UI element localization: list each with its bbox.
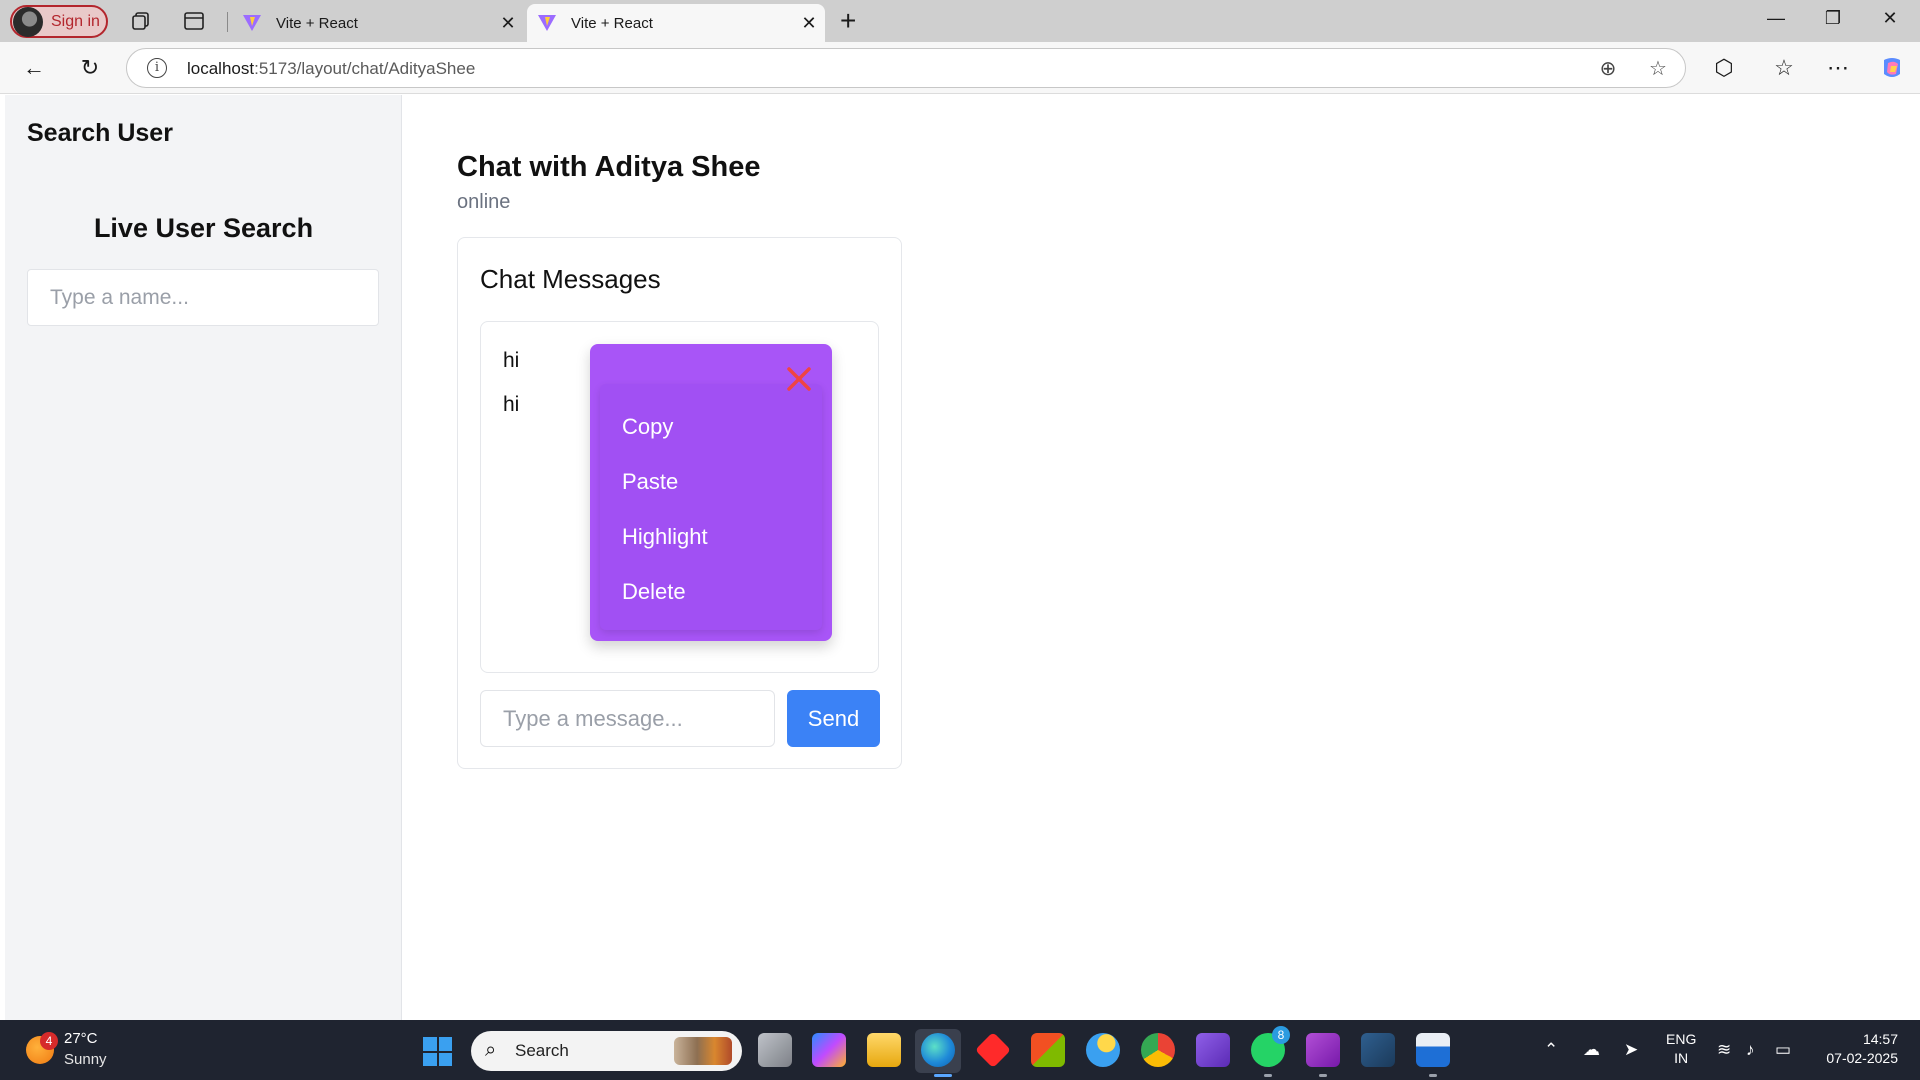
onenote-icon[interactable]: [1306, 1033, 1340, 1067]
new-tab-icon[interactable]: +: [840, 4, 856, 38]
chat-panel-title: Chat Messages: [480, 264, 661, 294]
menu-item-highlight[interactable]: Highlight: [622, 524, 708, 550]
vite-icon: [538, 15, 556, 31]
task-view-icon[interactable]: [758, 1033, 792, 1067]
vite-icon: [243, 15, 261, 31]
weather-condition: Sunny: [64, 1051, 107, 1068]
menu-item-delete[interactable]: Delete: [622, 579, 686, 605]
chat-app: Search User Live User Search Chat with A…: [0, 95, 1920, 1020]
tab-title: Vite + React: [276, 14, 358, 32]
minimize-icon[interactable]: —: [1756, 8, 1796, 29]
back-icon[interactable]: ←: [20, 54, 48, 82]
message-context-menu: Copy Paste Highlight Delete: [590, 344, 832, 641]
onenote-running-indicator: [1319, 1074, 1327, 1077]
volume-icon[interactable]: ♪: [1746, 1040, 1755, 1060]
live-search-heading: Live User Search: [93, 213, 314, 243]
url-text[interactable]: localhost:5173/layout/chat/AdityaShee: [187, 59, 475, 79]
site-info-icon[interactable]: i: [147, 58, 167, 78]
chrome-icon[interactable]: [1141, 1033, 1175, 1067]
profile-signin-button[interactable]: Sign in: [10, 5, 108, 38]
tab-title: Vite + React: [571, 14, 653, 32]
whatsapp-badge: 8: [1272, 1026, 1290, 1044]
message-input[interactable]: [480, 690, 775, 747]
weather-badge: 4: [40, 1032, 58, 1050]
git-app-icon[interactable]: [974, 1031, 1012, 1069]
zoom-icon[interactable]: ⊕: [1597, 58, 1619, 80]
file-explorer-icon[interactable]: [867, 1033, 901, 1067]
user-search-input[interactable]: [27, 269, 379, 326]
message-item[interactable]: hi: [503, 393, 519, 417]
language-indicator[interactable]: ENG IN: [1666, 1030, 1696, 1068]
menu-item-paste[interactable]: Paste: [622, 469, 678, 495]
more-menu-icon[interactable]: ⋯: [1824, 54, 1852, 82]
system-clock[interactable]: 14:57 07-02-2025: [1818, 1030, 1898, 1068]
taskbar-search-label: Search: [515, 1041, 569, 1060]
wifi-icon[interactable]: ≋: [1717, 1040, 1731, 1060]
copilot-app-icon[interactable]: [812, 1033, 846, 1067]
tab-separator: [227, 12, 228, 32]
window-close-icon[interactable]: ✕: [1870, 8, 1910, 29]
sidebar: Search User Live User Search: [5, 95, 402, 1020]
search-highlight-image: [674, 1037, 732, 1065]
weather-temperature: 27°C: [64, 1030, 98, 1047]
edge-running-indicator: [934, 1074, 952, 1077]
location-icon[interactable]: ➤: [1624, 1040, 1638, 1060]
close-tab-icon[interactable]: ✕: [793, 13, 825, 34]
app-running-indicator: [1429, 1074, 1437, 1077]
message-item[interactable]: hi: [503, 349, 519, 373]
windows-taskbar: 4 27°C Sunny ⌕ Search 8 ⌃ ☁ ➤ ENG IN ≋ ♪…: [0, 1020, 1920, 1080]
onedrive-icon[interactable]: ☁: [1583, 1040, 1600, 1060]
close-tab-icon[interactable]: ✕: [492, 13, 524, 34]
windows-start-icon[interactable]: [423, 1037, 452, 1066]
tray-overflow-icon[interactable]: ⌃: [1544, 1040, 1558, 1060]
restore-icon[interactable]: ❐: [1813, 8, 1853, 29]
favorite-star-icon[interactable]: ☆: [1647, 58, 1669, 80]
visual-studio-icon[interactable]: [1196, 1033, 1230, 1067]
signin-label: Sign in: [51, 12, 100, 30]
close-icon[interactable]: [786, 366, 812, 392]
battery-icon[interactable]: ▭: [1775, 1040, 1791, 1060]
favorites-icon[interactable]: ☆: [1770, 54, 1798, 82]
extensions-icon[interactable]: ⬡: [1710, 54, 1738, 82]
tab-vite-react-1[interactable]: Vite + React ✕: [232, 4, 524, 42]
sidebar-heading: Search User: [27, 119, 173, 147]
address-bar[interactable]: i localhost:5173/layout/chat/AdityaShee …: [126, 48, 1686, 88]
workspaces-icon[interactable]: [130, 10, 152, 32]
copilot-icon[interactable]: [1878, 54, 1906, 82]
sql-tool-icon[interactable]: [1361, 1033, 1395, 1067]
taskbar-search[interactable]: ⌕ Search: [471, 1031, 742, 1071]
send-button[interactable]: Send: [787, 690, 880, 747]
vertical-tabs-icon[interactable]: [183, 10, 205, 32]
edge-icon[interactable]: [921, 1033, 955, 1067]
profile-avatar: [13, 6, 43, 37]
app-window-icon[interactable]: [1416, 1033, 1450, 1067]
address-toolbar: ← ↻ i localhost:5173/layout/chat/AdityaS…: [0, 42, 1920, 94]
menu-item-copy[interactable]: Copy: [622, 414, 673, 440]
help-icon[interactable]: [1086, 1033, 1120, 1067]
chat-status: online: [457, 191, 511, 213]
chat-title: Chat with Aditya Shee: [457, 151, 761, 183]
tab-vite-react-2[interactable]: Vite + React ✕: [527, 4, 825, 42]
refresh-icon[interactable]: ↻: [76, 54, 104, 82]
browser-tab-strip: Sign in Vite + React ✕ Vite + React ✕ + …: [0, 0, 1920, 42]
whatsapp-running-indicator: [1264, 1074, 1272, 1077]
store-icon[interactable]: [1031, 1033, 1065, 1067]
search-icon: ⌕: [485, 1039, 497, 1061]
